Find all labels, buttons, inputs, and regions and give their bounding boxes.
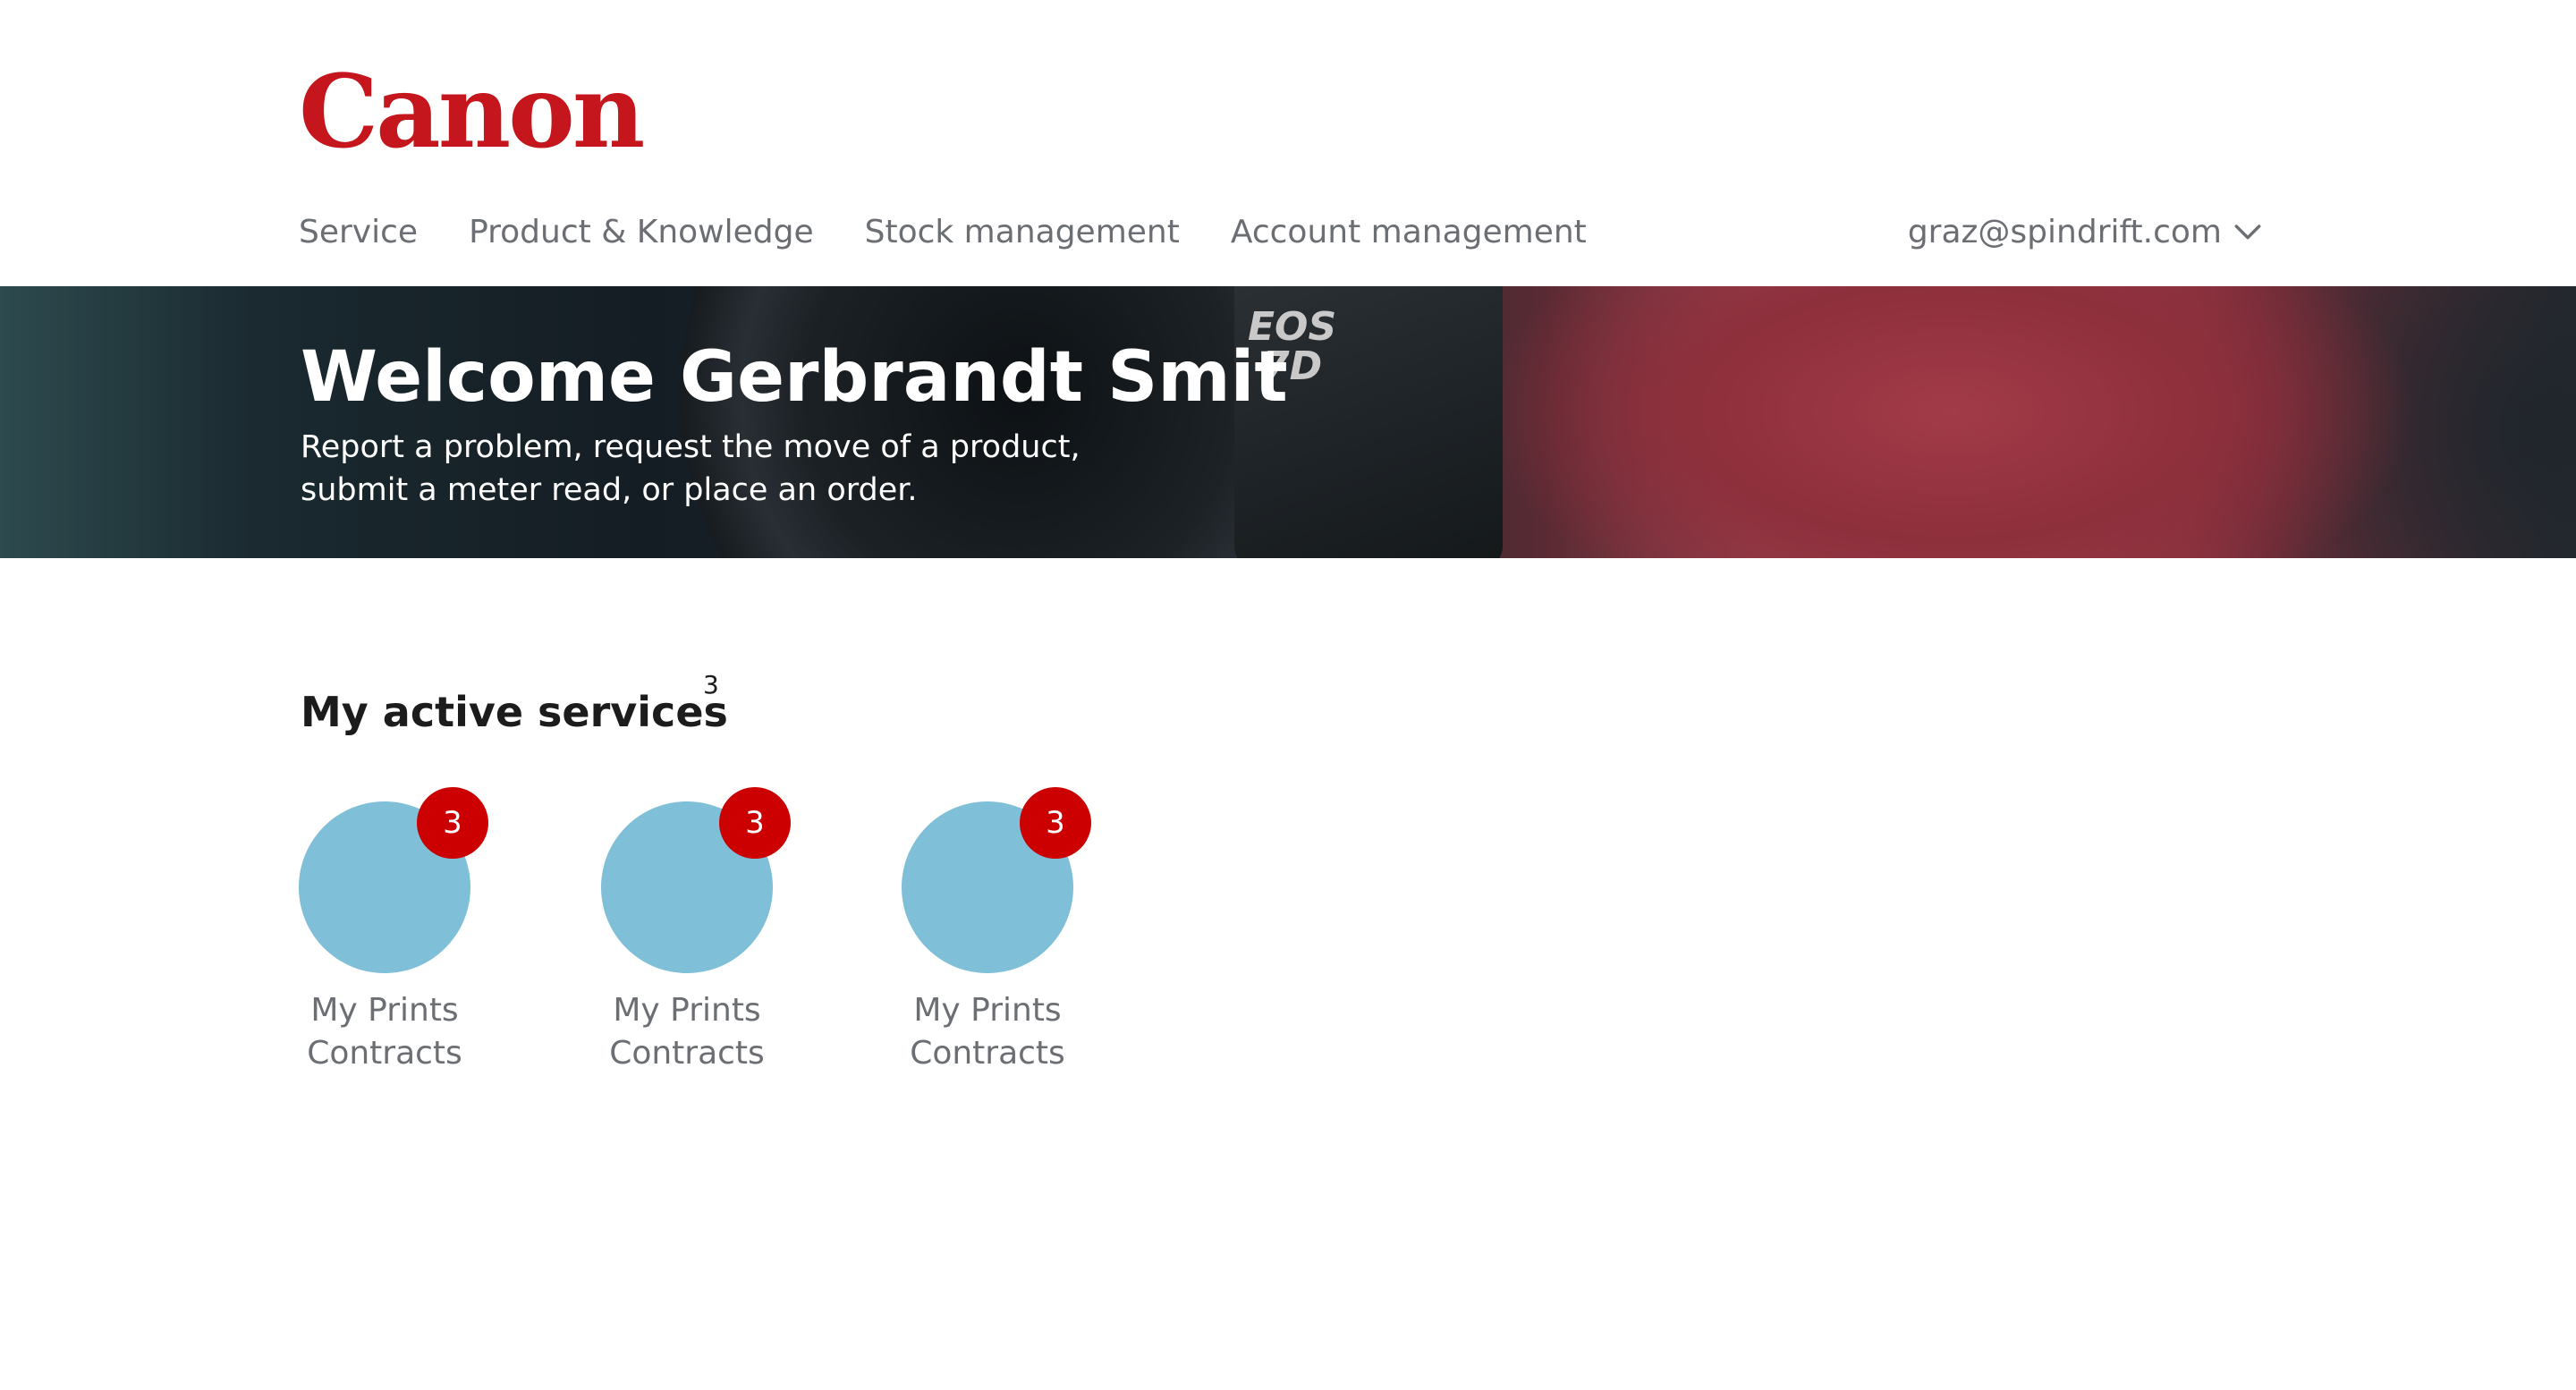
service-tile-my-prints-contracts-1[interactable]: 3 My Prints Contracts (242, 787, 488, 1091)
service-label: My Prints Contracts (862, 989, 1113, 1075)
nav-item-product-knowledge[interactable]: Product & Knowledge (469, 211, 814, 254)
service-label-line1: My Prints (613, 992, 761, 1029)
welcome-title: Welcome Gerbrandt Smit (301, 337, 1288, 418)
service-tile-my-prints-contracts-2[interactable]: 3 My Prints Contracts (544, 787, 791, 1091)
welcome-subtitle: Report a problem, request the move of a … (301, 426, 1195, 512)
nav-item-stock-management[interactable]: Stock management (865, 211, 1180, 254)
service-label-line2: Contracts (307, 1035, 462, 1072)
welcome-subtitle-line2: submit a meter read, or place an order. (301, 472, 918, 508)
chevron-down-icon (2234, 225, 2261, 240)
service-label: My Prints Contracts (562, 989, 812, 1075)
welcome-subtitle-line1: Report a problem, request the move of a … (301, 429, 1080, 465)
service-label: My Prints Contracts (259, 989, 510, 1075)
nav-item-service[interactable]: Service (299, 211, 418, 254)
canon-logo[interactable]: Canon (299, 63, 645, 163)
service-label-line2: Contracts (609, 1035, 765, 1072)
service-label-line2: Contracts (910, 1035, 1065, 1072)
user-email: graz@spindrift.com (1907, 214, 2222, 250)
notification-badge: 3 (417, 787, 488, 859)
service-label-line1: My Prints (310, 992, 459, 1029)
hero-banner: EOS 7D (0, 286, 2576, 558)
active-services-count: 3 (703, 670, 719, 699)
user-menu[interactable]: graz@spindrift.com (1908, 211, 2263, 254)
main-nav: Service Product & Knowledge Stock manage… (299, 211, 1587, 254)
service-tile-my-prints-contracts-3[interactable]: 3 My Prints Contracts (844, 787, 1091, 1091)
nav-item-account-management[interactable]: Account management (1231, 211, 1587, 254)
service-label-line1: My Prints (913, 992, 1062, 1029)
active-services-title: My active services (301, 688, 728, 736)
page: Canon Service Product & Knowledge Stock … (0, 0, 2576, 1390)
notification-badge: 3 (719, 787, 791, 859)
notification-badge: 3 (1020, 787, 1091, 859)
